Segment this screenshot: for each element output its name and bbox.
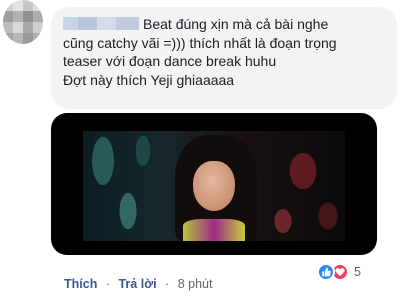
video-foliage-right <box>273 131 345 241</box>
like-icon <box>317 263 335 281</box>
comment-actions: Thích · Trả lời · 8 phút <box>64 276 212 292</box>
comment-line-1: Beat đúng xịn mà cả bài nghe <box>63 15 393 34</box>
comment-line-3: teaser với đoạn dance break huhu <box>63 53 277 69</box>
avatar[interactable] <box>3 0 43 44</box>
separator-dot: · <box>105 277 110 291</box>
comment-line-4: Đợt này thích Yeji ghiaaaaa <box>63 71 235 88</box>
video-person-face <box>193 161 235 211</box>
reaction-count: 5 <box>354 265 361 279</box>
comment-bubble: Beat đúng xịn mà cả bài nghe cũng catchy… <box>51 7 397 109</box>
video-frame <box>83 131 345 241</box>
comment-text: Beat đúng xịn mà cả bài nghe cũng catchy… <box>63 15 393 89</box>
video-person-outfit <box>183 219 245 241</box>
timestamp[interactable]: 8 phút <box>178 277 213 291</box>
attached-video[interactable] <box>51 113 377 255</box>
separator-dot: · <box>165 277 170 291</box>
video-foliage-left <box>83 131 153 241</box>
reply-button[interactable]: Trả lời <box>118 277 156 291</box>
comment-line-2: cũng catchy vãi =))) thích nhất là đoạn … <box>63 34 337 51</box>
like-button[interactable]: Thích <box>64 277 97 291</box>
reaction-summary[interactable]: 5 <box>317 262 361 282</box>
author-name-redacted[interactable] <box>63 17 139 30</box>
